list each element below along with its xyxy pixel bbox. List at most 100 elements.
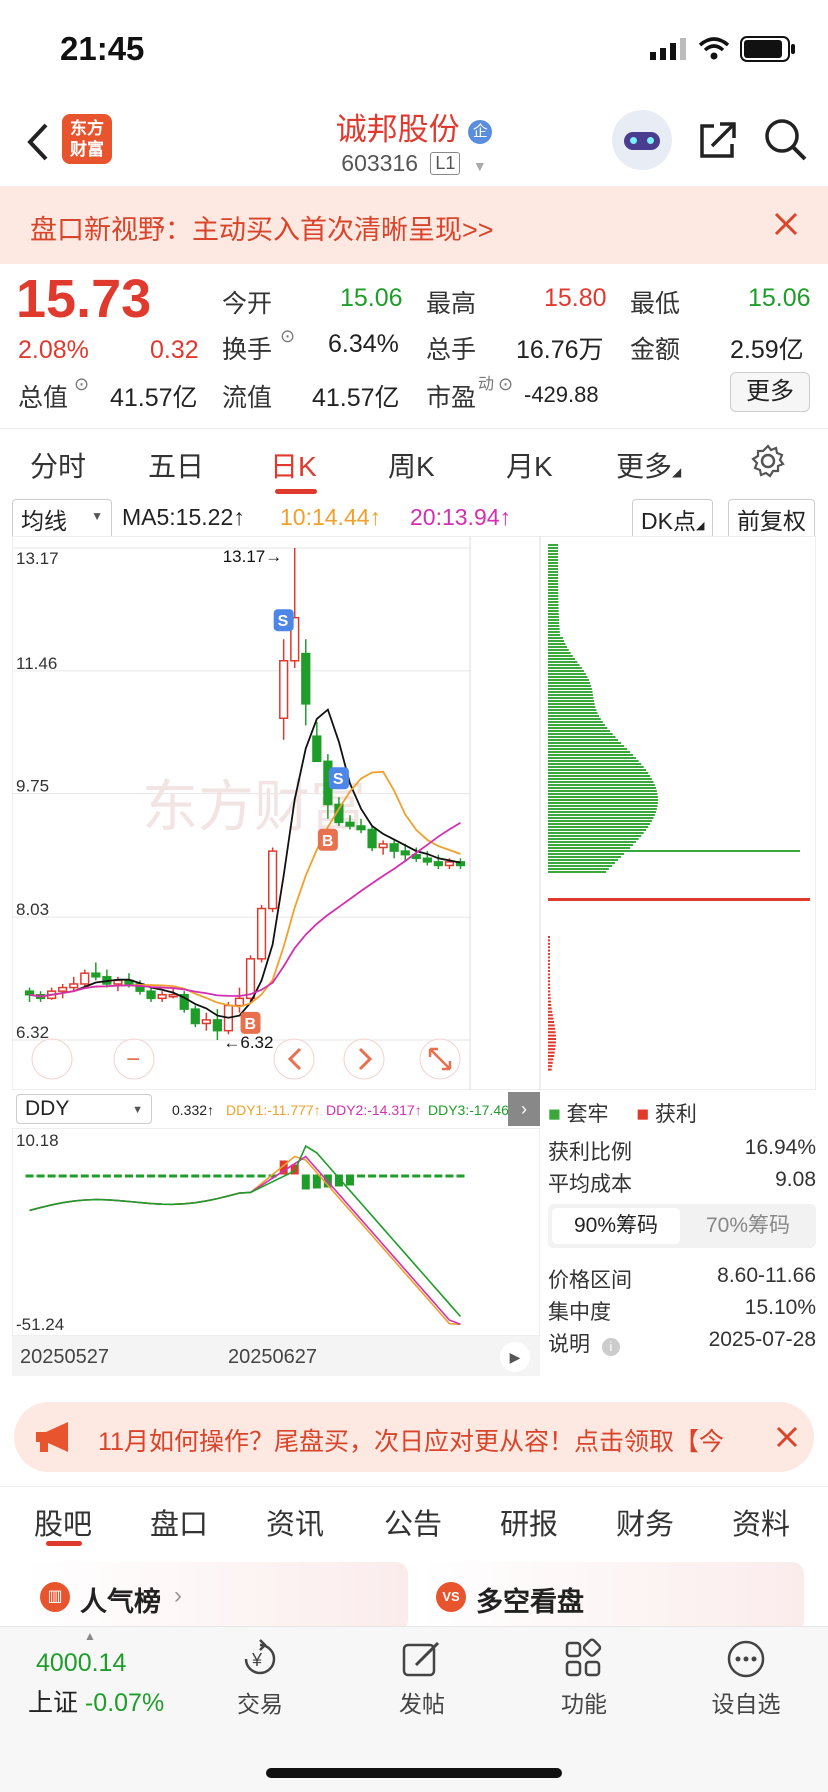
ddy3-value: DDY3:-17.467↑ — [428, 1102, 516, 1118]
popularity-card[interactable]: ▥ 人气榜 › — [24, 1562, 408, 1632]
chip-bar-profit — [548, 956, 551, 959]
ddy-selector[interactable]: DDY ▼ — [16, 1094, 152, 1124]
dk-point-button[interactable]: DK点◢ — [632, 499, 714, 539]
right-control[interactable] — [343, 1038, 385, 1080]
tab-five-day[interactable]: 五日 — [148, 445, 204, 485]
chip-bar-trapped — [548, 667, 582, 669]
info-dots-icon[interactable]: ⊙ — [498, 374, 513, 395]
chip-bar-trapped — [548, 772, 649, 774]
chip-bar-profit — [548, 1044, 556, 1047]
chip-bar-trapped — [548, 679, 589, 681]
bull-bear-card[interactable]: VS 多空看盘 — [420, 1562, 804, 1632]
tab-weekly-k[interactable]: 周K — [388, 445, 435, 485]
volume-value: 16.76万 — [516, 336, 604, 364]
chip-bar-trapped — [548, 550, 559, 552]
tab-forum[interactable]: 股吧 — [34, 1501, 92, 1543]
nav-function[interactable]: 功能 — [524, 1685, 644, 1719]
chip-bar-trapped — [548, 745, 625, 747]
nav-trade[interactable]: 交易 — [200, 1685, 320, 1719]
chip-bar-trapped — [548, 583, 559, 585]
info-icon[interactable]: i — [601, 1338, 620, 1356]
date-axis: 20250527 20250627 ▶ — [12, 1336, 540, 1376]
post-icon[interactable] — [362, 1637, 482, 1686]
promo-text[interactable]: 11月如何操作？尾盘买，次日应对更从容！点击领取【今 — [98, 1422, 724, 1458]
zoom-out-control[interactable] — [31, 1038, 73, 1080]
tab-research[interactable]: 研报 — [500, 1501, 558, 1543]
settings-gear-icon[interactable] — [750, 443, 786, 479]
ddy-bar — [169, 1174, 178, 1178]
tab-orderbook[interactable]: 盘口 — [150, 1501, 208, 1543]
more-button[interactable]: 更多 — [730, 372, 810, 412]
info-dots-icon[interactable]: ⊙ — [280, 326, 295, 347]
ddy-chart[interactable]: 10.18 -51.24 — [12, 1128, 540, 1336]
chip-bar-trapped — [548, 562, 559, 564]
home-indicator — [266, 1768, 562, 1778]
index-quote[interactable]: 上证 -0.07% — [28, 1683, 164, 1719]
candle — [345, 821, 355, 827]
tab-more[interactable]: 更多◢ — [616, 445, 681, 485]
notice-banner[interactable]: 盘口新视野：主动买入首次清晰呈现>> — [0, 186, 828, 264]
chip-bar-trapped — [548, 595, 559, 597]
tab-monthly-k[interactable]: 月K — [506, 445, 553, 485]
nav-watchlist[interactable]: 设自选 — [686, 1685, 806, 1719]
megaphone-icon — [36, 1422, 68, 1452]
chip-bar-profit — [548, 1021, 555, 1023]
tab-intraday[interactable]: 分时 — [30, 445, 86, 485]
close-icon[interactable] — [774, 212, 798, 236]
close-icon[interactable] — [776, 1426, 798, 1448]
chip-bar-profit — [548, 1068, 552, 1071]
y-tick-label: 9.75 — [16, 777, 49, 796]
chip-bar-trapped — [548, 673, 586, 675]
ma-row: 均线 ▼ MA5:15.22↑ 10:14.44↑ 20:13.94↑ DK点◢… — [0, 496, 828, 539]
banner-text[interactable]: 盘口新视野：主动买入首次清晰呈现>> — [30, 208, 494, 247]
dropdown-icon[interactable]: ▼ — [473, 158, 487, 174]
search-icon[interactable] — [764, 118, 808, 162]
change-percent: 2.08% — [18, 336, 89, 364]
nav-post[interactable]: 发帖 — [362, 1685, 482, 1719]
chip-bar-trapped — [548, 700, 594, 702]
candle — [58, 986, 68, 992]
left-control[interactable] — [273, 1038, 315, 1080]
ddy-indicator-row: DDY ▼ 0.332↑ DDY1:-11.777↑ DDY2:-14.317↑… — [12, 1092, 540, 1128]
indicator-selector[interactable]: 均线 ▼ — [12, 499, 112, 539]
chip-bar-trapped — [548, 805, 658, 807]
open-label: 今开 — [222, 290, 273, 318]
chip-bar-profit — [548, 1051, 555, 1054]
chip-bar-profit — [548, 1010, 553, 1013]
assistant-avatar-icon[interactable] — [612, 110, 672, 170]
y-tick-label: 13.17 — [16, 549, 59, 568]
trade-icon[interactable]: ¥ — [200, 1637, 320, 1686]
panel-toggle-icon[interactable]: › — [508, 1092, 540, 1126]
chip-bar-trapped — [548, 559, 559, 561]
play-icon[interactable]: ▶ — [500, 1342, 530, 1372]
tab-chip-90[interactable]: 90%筹码 — [552, 1208, 680, 1244]
chip-bar-trapped — [548, 601, 559, 603]
chip-bar-trapped — [548, 661, 578, 663]
pe-value: -429.88 — [524, 382, 599, 407]
concentration-label: 集中度 — [548, 1301, 611, 1324]
share-icon[interactable] — [698, 120, 738, 160]
tab-daily-k[interactable]: 日K — [270, 445, 317, 485]
chip-bar-profit — [548, 997, 551, 1000]
stock-name: 诚邦股份 — [335, 112, 460, 147]
legend-profit: 获利 — [654, 1103, 697, 1126]
tab-chip-70[interactable]: 70%筹码 — [684, 1208, 812, 1244]
kline-chart[interactable]: 东方财富 13.1711.469.758.036.3213.17→←6.32 S… — [12, 536, 540, 1090]
promo-banner[interactable]: 11月如何操作？尾盘买，次日应对更从容！点击领取【今 — [14, 1402, 814, 1472]
trade-marker-label: S — [333, 771, 344, 788]
info-dots-icon[interactable]: ⊙ — [74, 374, 89, 395]
ddy-bar — [191, 1174, 200, 1178]
tab-announcements[interactable]: 公告 — [384, 1501, 442, 1543]
tab-profile[interactable]: 资料 — [732, 1501, 790, 1543]
adjust-button[interactable]: 前复权 — [728, 499, 815, 539]
tab-more-label: 更多 — [616, 451, 673, 482]
turnover-value: 6.34% — [328, 330, 399, 358]
tab-financials[interactable]: 财务 — [616, 1501, 674, 1543]
function-grid-icon[interactable] — [524, 1637, 644, 1686]
index-value[interactable]: 4000.14 — [36, 1649, 126, 1678]
ddy-bar — [379, 1174, 388, 1178]
more-circle-icon[interactable] — [686, 1637, 806, 1686]
candle — [24, 990, 35, 996]
tab-news[interactable]: 资讯 — [266, 1501, 324, 1543]
chip-bar-profit — [548, 990, 551, 993]
